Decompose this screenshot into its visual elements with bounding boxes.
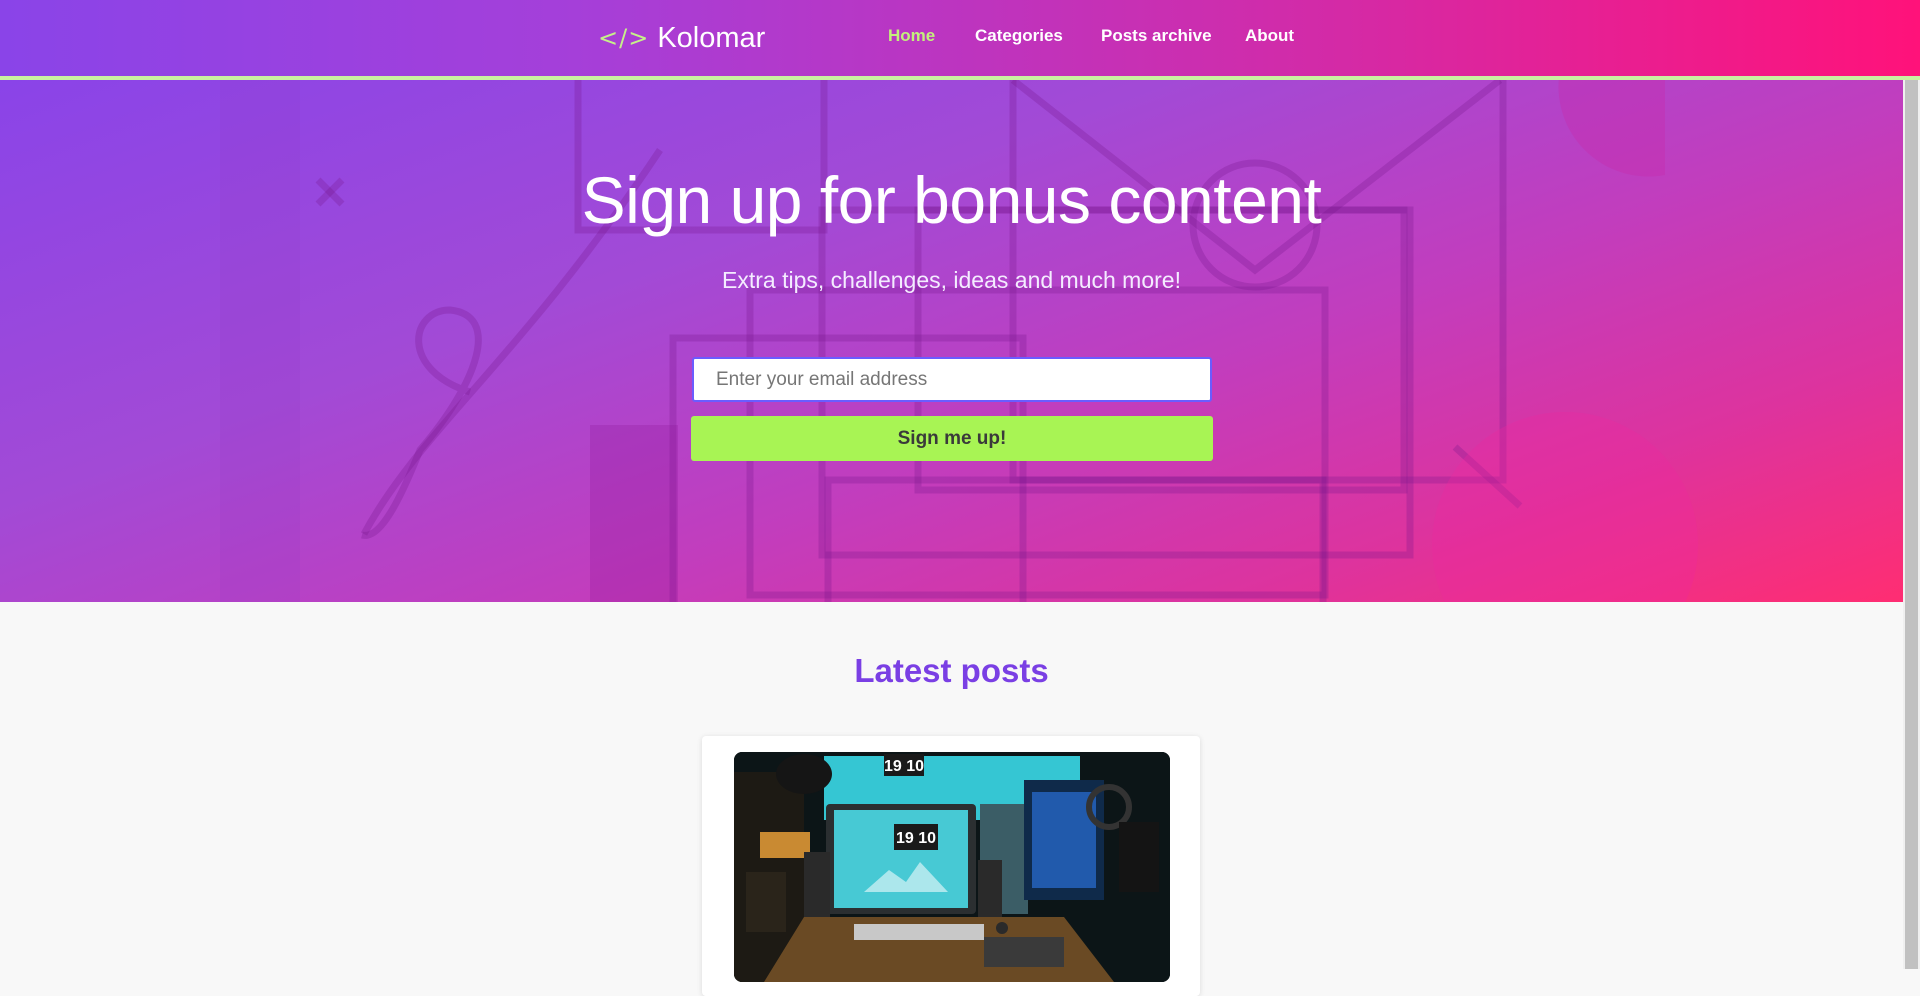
brand-name: Kolomar [657,21,766,54]
nav-about-link[interactable]: About [1245,26,1294,46]
scrollbar-thumb[interactable] [1905,80,1918,969]
latest-posts-title: Latest posts [854,652,1049,689]
brand-logo-link[interactable]: </> Kolomar [598,16,765,60]
code-icon: </> [598,24,650,52]
nav-home-link[interactable]: Home [888,26,935,46]
clock-top-text: 19 10 [884,758,924,775]
page-scrollbar[interactable] [1903,80,1920,969]
nav-posts-archive-link[interactable]: Posts archive [1101,26,1212,46]
clock-screen-text: 19 10 [896,830,936,847]
email-input[interactable] [692,357,1212,402]
nav-categories-link[interactable]: Categories [975,26,1063,46]
hero-background-pattern [220,80,1698,602]
top-navbar: </> Kolomar Home Categories Posts archiv… [0,0,1920,76]
post-thumbnail-image[interactable]: 19 10 19 10 [734,752,1170,982]
signup-hero: Sign up for bonus content Extra tips, ch… [0,80,1903,602]
hero-title: Sign up for bonus content [581,163,1322,237]
post-card[interactable]: 19 10 19 10 [702,736,1200,996]
sign-me-up-button[interactable]: Sign me up! [691,416,1213,461]
desk-setup-illustration: 19 10 19 10 [734,752,1170,982]
hero-subtitle: Extra tips, challenges, ideas and much m… [722,267,1181,293]
